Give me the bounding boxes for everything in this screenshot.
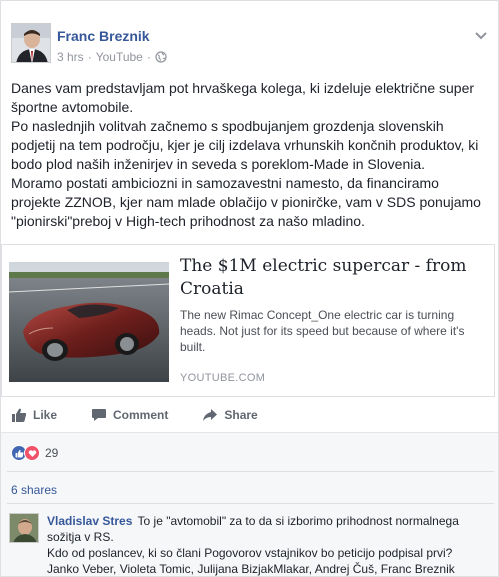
post-message: Danes vam predstavljam pot hrvaškega kol… xyxy=(11,79,491,231)
commenter-avatar[interactable] xyxy=(9,513,39,543)
comment-button[interactable]: Comment xyxy=(91,407,168,423)
comment-label: Comment xyxy=(113,408,169,422)
reactions-summary[interactable]: 29 xyxy=(11,445,58,461)
post-card: Franc Breznik 3 hrs · YouTube · Danes va… xyxy=(0,0,499,577)
meta-separator-2: · xyxy=(146,50,151,64)
post-source[interactable]: YouTube xyxy=(96,50,143,64)
post-paragraph-1: Danes vam predstavljam pot hrvaškega kol… xyxy=(11,80,475,115)
globe-icon xyxy=(155,51,167,63)
post-paragraph-2: Po naslednjih volitvah začnemo s spodbuj… xyxy=(11,118,479,172)
post-footer: 29 6 shares Vladislav Stres To je "avtom… xyxy=(1,433,498,576)
reaction-count: 29 xyxy=(45,446,59,460)
like-button[interactable]: Like xyxy=(11,407,57,423)
chevron-down-icon[interactable] xyxy=(474,29,488,43)
author-avatar[interactable] xyxy=(11,23,51,63)
like-label: Like xyxy=(33,408,58,422)
comment-text-line-3: Janko Veber, Violeta Tomic, Julijana Biz… xyxy=(47,562,455,576)
link-thumbnail[interactable] xyxy=(9,262,169,382)
link-title[interactable]: The $1M electric supercar - from Croatia xyxy=(180,255,484,301)
post-paragraph-3: Moramo postati ambiciozni in samozavestn… xyxy=(11,175,481,229)
link-card-body: The $1M electric supercar - from Croatia… xyxy=(180,255,484,355)
share-button[interactable]: Share xyxy=(202,407,258,423)
link-description: The new Rimac Concept_One electric car i… xyxy=(180,308,465,354)
commenter-name[interactable]: Vladislav Stres xyxy=(47,514,132,528)
footer-separator-1 xyxy=(7,471,494,472)
post-header: Franc Breznik 3 hrs · YouTube · xyxy=(11,23,488,65)
post-meta: 3 hrs · YouTube · xyxy=(57,50,167,64)
love-reaction-icon xyxy=(24,445,40,461)
post-actions: Like Comment Share xyxy=(1,399,498,431)
share-arrow-icon xyxy=(203,409,218,421)
link-domain: YOUTUBE.COM xyxy=(180,372,266,384)
author-name[interactable]: Franc Breznik xyxy=(57,28,150,44)
comment-body: Vladislav Stres To je "avtomobil" za to … xyxy=(47,513,487,576)
share-label: Share xyxy=(224,408,258,422)
footer-separator-2 xyxy=(7,503,494,504)
meta-separator: · xyxy=(87,50,92,64)
comment-text-line-2: Kdo od poslancev, ki so člani Pogovorov … xyxy=(47,546,453,560)
thumbs-up-icon xyxy=(12,408,27,422)
post-time[interactable]: 3 hrs xyxy=(57,50,84,64)
speech-bubble-icon xyxy=(92,409,107,421)
shares-count[interactable]: 6 shares xyxy=(11,483,57,497)
link-preview-card[interactable]: The $1M electric supercar - from Croatia… xyxy=(1,244,495,397)
